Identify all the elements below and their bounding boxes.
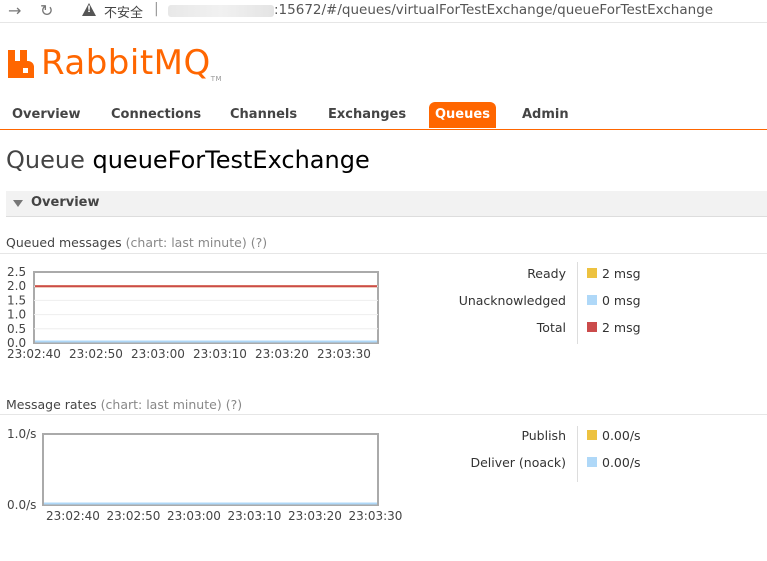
reload-icon[interactable]: ↻ [40,1,53,20]
tab-channels[interactable]: Channels [224,102,303,128]
x-tick-label: 23:03:10 [228,509,282,523]
collapse-triangle-icon[interactable] [13,200,23,207]
main-nav-tabs: Overview Connections Channels Exchanges … [0,101,767,130]
tab-queues[interactable]: Queues [429,102,496,128]
overview-section-header[interactable]: Overview [6,191,767,217]
chart-range-link[interactable]: (chart: last minute) [101,397,222,412]
x-tick-label: 23:03:30 [349,509,403,523]
rabbitmq-logo-icon [8,50,34,78]
x-tick-label: 23:03:00 [167,509,221,523]
x-tick-label: 23:03:20 [288,509,342,523]
legend-divider [577,426,578,482]
legend-value-ready: 2 msg [602,266,641,281]
x-tick-label: 23:03:00 [131,347,185,361]
tab-exchanges[interactable]: Exchanges [322,102,412,128]
logo-text: RabbitMQTM [41,43,223,83]
divider [0,414,767,415]
legend-swatch-ready [587,268,597,278]
y-tick-label: 1.5 [7,293,26,307]
queued-messages-chart: 2.52.01.51.00.50.023:02:40 23:02:50 23:03:… [7,265,379,361]
legend-divider [577,262,578,344]
redacted-host [168,5,274,17]
tab-admin[interactable]: Admin [516,102,575,128]
x-tick-label: 23:03:10 [193,347,247,361]
y-tick-label: 0.0/s [7,498,36,512]
legend-value-publish: 0.00/s [602,428,641,443]
legend-swatch-publish [587,430,597,440]
x-tick-label: 23:03:30 [317,347,371,361]
browser-address-bar: → ↻ 不安全 | :15672/#/queues/virtualForTest… [0,0,767,23]
legend-swatch-unacknowledged [587,295,597,305]
url-text[interactable]: :15672/#/queues/virtualForTestExchange/q… [274,2,713,18]
chart-frame [33,271,379,344]
x-tick-label: 23:03:20 [255,347,309,361]
x-tick-label: 23:02:50 [107,509,161,523]
message-rates-heading: Message rates (chart: last minute) (?) [6,397,243,412]
x-tick-label: 23:02:40 [7,347,61,361]
legend-value-total: 2 msg [602,320,641,335]
legend-value-unacknowledged: 0 msg [602,293,641,308]
x-tick-label: 23:02:50 [69,347,123,361]
page-title: Queue queueForTestExchange [6,146,370,174]
y-tick-label: 1.0/s [7,427,36,441]
url-separator: | [154,1,159,17]
x-tick-label: 23:02:40 [46,509,100,523]
divider [0,253,767,254]
y-tick-label: 2.0 [7,279,26,293]
y-tick-label: 1.0 [7,308,26,322]
help-link[interactable]: (?) [226,397,242,412]
chart-range-link[interactable]: (chart: last minute) [126,235,247,250]
legend-swatch-total [587,322,597,332]
queue-name: queueForTestExchange [92,146,370,174]
warning-icon[interactable] [82,3,96,16]
chart-frame [42,433,379,506]
legend-value-deliver-noack: 0.00/s [602,455,641,470]
tab-overview[interactable]: Overview [6,102,87,128]
section-title: Overview [31,195,100,210]
help-link[interactable]: (?) [251,235,267,250]
tab-connections[interactable]: Connections [105,102,207,128]
legend-swatch-deliver-noack [587,457,597,467]
y-tick-label: 0.5 [7,322,26,336]
queued-messages-heading: Queued messages (chart: last minute) (?) [6,235,268,250]
message-rates-chart: 1.0/s 0.0/s 23:02:40 23:02:50 23:03:00 23:03:… [7,427,403,523]
y-tick-label: 2.5 [7,265,26,279]
insecure-label[interactable]: 不安全 [104,2,143,21]
back-arrow-icon[interactable]: → [8,1,21,20]
